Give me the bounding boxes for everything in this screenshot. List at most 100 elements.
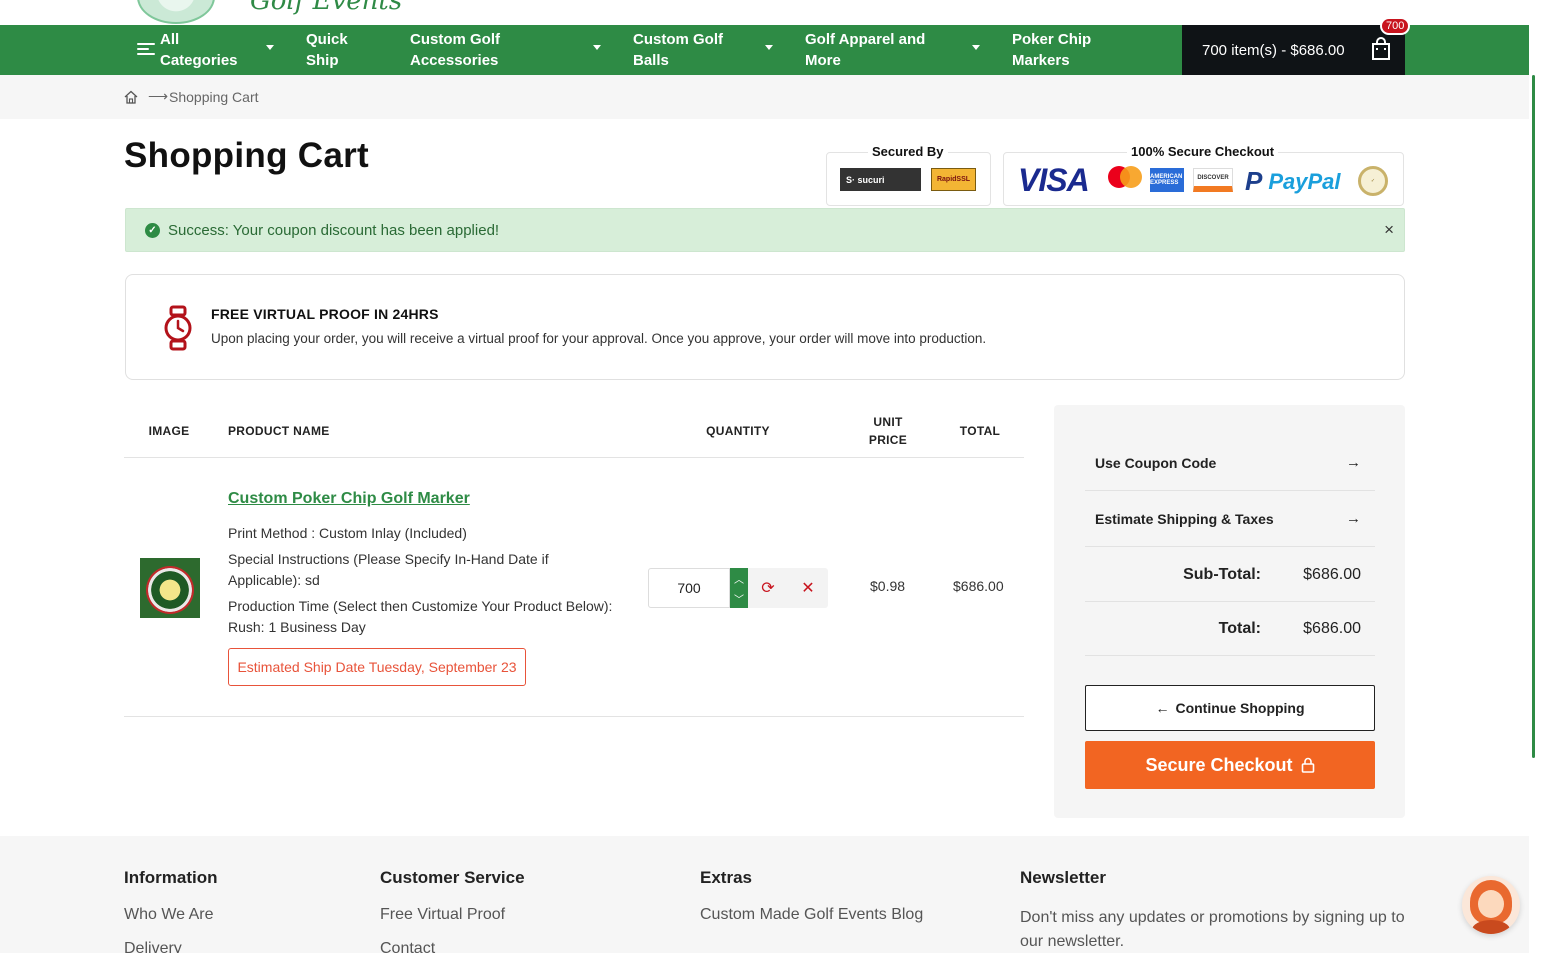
arrow-right-icon: ⟶ xyxy=(148,88,169,104)
subtotal-label: Sub-Total: xyxy=(1183,566,1261,583)
discover-logo: DISCOVER xyxy=(1193,168,1233,192)
remove-icon[interactable]: ✕ xyxy=(798,578,818,598)
col-header-unit-price: UNIT PRICE xyxy=(868,415,908,447)
chevron-down-icon[interactable] xyxy=(266,45,274,50)
chevron-down-icon[interactable]: ﹀ xyxy=(730,588,748,608)
product-name-link[interactable]: Custom Poker Chip Golf Marker xyxy=(228,490,470,508)
refresh-icon[interactable]: ⟳ xyxy=(758,578,778,598)
scrollbar-thumb[interactable] xyxy=(1532,75,1535,758)
breadcrumb-current[interactable]: Shopping Cart xyxy=(169,89,259,105)
paypal-logo: P PayPal xyxy=(1245,166,1341,197)
logo-text[interactable]: Golf Events xyxy=(250,0,402,16)
continue-shopping-label: Continue Shopping xyxy=(1175,700,1305,716)
divider xyxy=(124,457,1024,458)
home-icon[interactable] xyxy=(124,90,138,104)
footer-link-contact[interactable]: Contact xyxy=(380,940,435,953)
product-option-production-time: Production Time (Select then Customize Y… xyxy=(228,598,613,635)
quantity-input[interactable] xyxy=(648,568,730,608)
use-coupon-label: Use Coupon Code xyxy=(1095,454,1217,471)
nav-custom-golf-accessories[interactable]: Custom Golf Accessories xyxy=(410,29,500,71)
alert-message: Success: Your coupon discount has been a… xyxy=(168,222,500,239)
footer-link-free-virtual-proof[interactable]: Free Virtual Proof xyxy=(380,906,505,924)
cart-count-badge: 700 xyxy=(1380,17,1411,35)
scrollbar-track[interactable] xyxy=(1529,0,1541,953)
close-icon[interactable]: × xyxy=(1384,220,1394,240)
proof-title: FREE VIRTUAL PROOF IN 24HRS xyxy=(211,306,439,322)
total-value: $686.00 xyxy=(1303,620,1361,637)
col-header-product: PRODUCT NAME xyxy=(228,424,330,438)
success-alert: ✓ Success: Your coupon discount has been… xyxy=(125,208,1405,252)
page-title: Shopping Cart xyxy=(124,136,369,175)
nav-label: Quick Ship xyxy=(306,31,348,69)
paypal-icon: P xyxy=(1245,166,1263,196)
nav-poker-chip-markers[interactable]: Poker Chip Markers xyxy=(1012,29,1091,71)
secure-checkout-label: Secure Checkout xyxy=(1145,754,1293,775)
chevron-up-icon[interactable]: ︿ xyxy=(730,568,748,588)
arrow-right-icon: → xyxy=(1346,510,1361,527)
chevron-down-icon[interactable] xyxy=(972,45,980,50)
cart-summary-text: 700 item(s) - $686.00 xyxy=(1202,41,1345,59)
subtotal-value: $686.00 xyxy=(1303,566,1361,583)
chat-assistant-avatar[interactable] xyxy=(1462,876,1520,934)
estimate-shipping-label: Estimate Shipping & Taxes xyxy=(1095,510,1274,527)
header-logo-strip: Golf Events xyxy=(0,0,1541,26)
chevron-down-icon[interactable] xyxy=(593,45,601,50)
total-row: Total: $686.00 xyxy=(1085,602,1375,656)
product-option-print-method: Print Method : Custom Inlay (Included) xyxy=(228,525,467,541)
sucuri-badge: S· sucuri xyxy=(840,168,921,191)
newsletter-text: Don't miss any updates or promotions by … xyxy=(1020,909,1405,950)
nav-quick-ship[interactable]: Quick Ship xyxy=(306,29,348,71)
secure-checkout-title: 100% Secure Checkout xyxy=(1127,144,1279,159)
col-header-image: IMAGE xyxy=(148,424,190,438)
nav-golf-apparel[interactable]: Golf Apparel and More xyxy=(805,29,925,71)
product-option-special-instructions: Special Instructions (Please Specify In-… xyxy=(228,551,549,588)
col-header-total: TOTAL xyxy=(959,424,1001,438)
estimate-shipping-row[interactable]: Estimate Shipping & Taxes → xyxy=(1085,491,1375,547)
nav-custom-golf-balls[interactable]: Custom Golf Balls xyxy=(633,29,723,71)
footer-link-delivery[interactable]: Delivery xyxy=(124,940,182,953)
use-coupon-row[interactable]: Use Coupon Code → xyxy=(1085,435,1375,491)
amex-logo: AMERICAN EXPRESS xyxy=(1150,168,1184,192)
nav-label: Custom Golf Accessories xyxy=(410,31,500,69)
virtual-proof-notice: FREE VIRTUAL PROOF IN 24HRS Upon placing… xyxy=(125,274,1405,380)
row-total: $686.00 xyxy=(953,578,1004,594)
paypal-logo-text: PayPal xyxy=(1268,168,1341,194)
lock-icon xyxy=(1301,757,1314,773)
footer-link-blog[interactable]: Custom Made Golf Events Blog xyxy=(700,906,923,924)
menu-icon[interactable] xyxy=(137,43,155,57)
nav-label: Poker Chip Markers xyxy=(1012,31,1092,69)
nav-label: Golf Apparel and More xyxy=(805,31,926,69)
footer-heading-information: Information xyxy=(124,868,218,887)
chevron-down-icon[interactable] xyxy=(765,45,773,50)
quantity-control: ︿ ﹀ ⟳ ✕ xyxy=(648,568,828,608)
footer-heading-customer-service: Customer Service xyxy=(380,868,525,887)
divider xyxy=(124,716,1024,717)
footer-heading-newsletter: Newsletter xyxy=(1020,868,1106,887)
golf-ball-logo-icon[interactable] xyxy=(137,0,215,24)
verified-seal-icon: ✓ xyxy=(1358,166,1388,196)
proof-text: Upon placing your order, you will receiv… xyxy=(211,331,987,346)
subtotal-row: Sub-Total: $686.00 xyxy=(1085,548,1375,602)
arrow-left-icon: ← xyxy=(1155,700,1170,716)
col-header-quantity: QUANTITY xyxy=(706,424,770,438)
check-circle-icon: ✓ xyxy=(145,223,160,238)
footer-link-who-we-are[interactable]: Who We Are xyxy=(124,906,214,924)
mastercard-icon xyxy=(1108,166,1144,192)
secure-checkout-button[interactable]: Secure Checkout xyxy=(1085,741,1375,789)
rapidssl-badge: RapidSSL xyxy=(931,168,976,191)
watch-icon xyxy=(164,305,192,351)
visa-logo: VISA xyxy=(1018,162,1090,198)
quantity-stepper[interactable]: ︿ ﹀ xyxy=(730,568,748,608)
total-label: Total: xyxy=(1218,620,1261,637)
nav-all-categories[interactable]: All Categories xyxy=(160,29,238,71)
footer-heading-extras: Extras xyxy=(700,868,752,887)
nav-label: All Categories xyxy=(160,31,238,69)
continue-shopping-button[interactable]: ← Continue Shopping xyxy=(1085,685,1375,731)
nav-label: Custom Golf Balls xyxy=(633,31,723,69)
unit-price: $0.98 xyxy=(870,578,906,594)
estimated-ship-date: Estimated Ship Date Tuesday, September 2… xyxy=(228,648,526,686)
secured-by-title: Secured By xyxy=(868,144,948,159)
product-image[interactable] xyxy=(140,558,200,618)
arrow-right-icon: → xyxy=(1346,454,1361,471)
shopping-bag-icon[interactable] xyxy=(1370,37,1392,61)
